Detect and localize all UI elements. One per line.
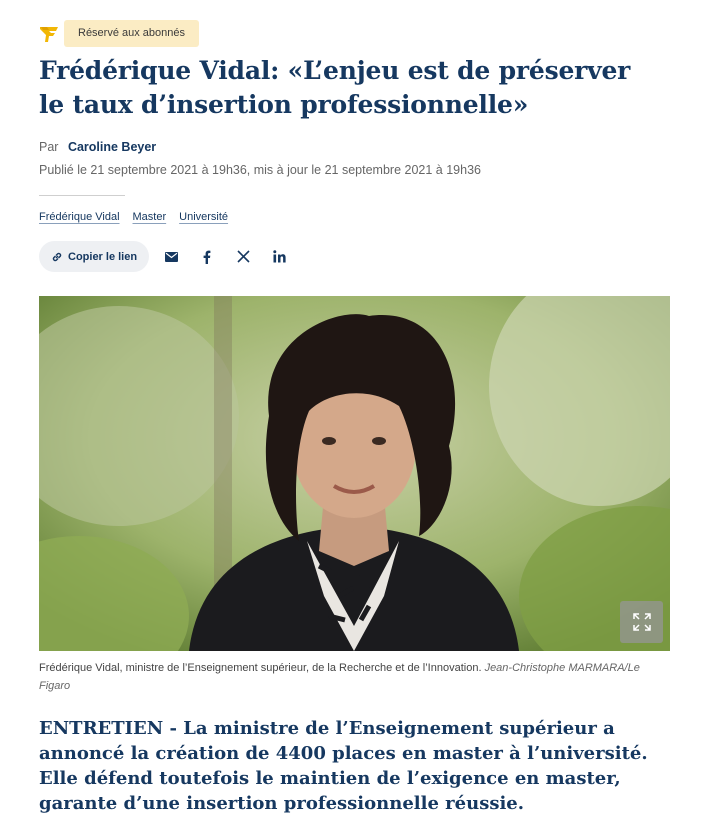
author-link[interactable]: Caroline Beyer — [68, 140, 156, 154]
divider — [39, 195, 125, 196]
title-line-1: Frédérique Vidal: «L’enjeu est de préser… — [39, 56, 631, 85]
expand-icon — [632, 613, 651, 631]
copy-link-label: Copier le lien — [68, 250, 138, 263]
article-lead: ENTRETIEN - La ministre de l’Enseignemen… — [39, 718, 648, 814]
linkedin-icon[interactable] — [271, 249, 287, 265]
subscriber-badge: Réservé aux abonnés — [64, 20, 200, 47]
mail-icon[interactable] — [163, 249, 179, 265]
photo-caption: Frédérique Vidal, ministre de l’Enseigne… — [39, 659, 671, 695]
title-line-2: le taux d’insertion professionnelle» — [39, 90, 529, 119]
byline: Par Caroline Beyer — [39, 140, 156, 154]
dateline: Publié le 21 septembre 2021 à 19h36, mis… — [39, 163, 481, 177]
article-photo[interactable] — [39, 296, 670, 651]
link-icon — [52, 252, 62, 261]
figaro-f-logo-icon — [40, 26, 58, 42]
tag-link[interactable]: Frédérique Vidal — [39, 211, 120, 223]
tag-link[interactable]: Master — [133, 211, 167, 223]
tag-link[interactable]: Université — [179, 211, 228, 223]
copy-link-button[interactable]: Copier le lien — [39, 241, 150, 272]
x-icon[interactable] — [235, 249, 251, 265]
facebook-icon[interactable] — [199, 249, 215, 265]
by-label: Par — [39, 140, 59, 154]
caption-text: Frédérique Vidal, ministre de l’Enseigne… — [39, 662, 482, 674]
expand-image-button[interactable] — [620, 601, 663, 643]
share-bar: Copier le lien — [39, 241, 287, 272]
premium-row: Réservé aux abonnés — [39, 20, 200, 47]
page-title: Frédérique Vidal: «L’enjeu est de préser… — [39, 54, 639, 122]
portrait-illustration — [39, 296, 670, 651]
tag-list: Frédérique Vidal Master Université — [39, 211, 228, 223]
